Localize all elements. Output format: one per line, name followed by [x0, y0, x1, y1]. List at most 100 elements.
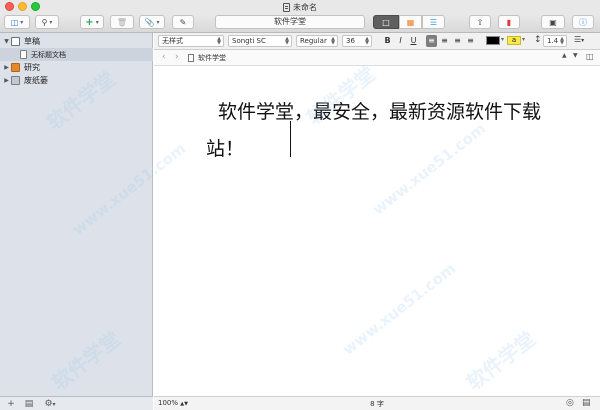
align-justify-icon: ≡	[467, 36, 474, 45]
title-bar: 未命名	[0, 0, 600, 14]
search-button[interactable]: ⚲ ▾	[35, 15, 59, 29]
corkboard-icon: ▦	[406, 17, 415, 27]
search-icon: ⚲	[41, 17, 48, 27]
paragraph-style-select[interactable]: 无样式 ▲ ▼	[158, 35, 224, 47]
trash-button[interactable]: 🗑	[110, 15, 134, 29]
chevron-down-icon: ▾	[95, 18, 99, 26]
document-title-field[interactable]: 软件学堂	[215, 15, 365, 29]
disclosure-collapsed-icon[interactable]: ▶	[2, 77, 11, 84]
window-title: 未命名	[0, 2, 600, 13]
bookmark-icon: ▮	[506, 17, 512, 27]
binder-item-untitled-document[interactable]: 无标题文档	[0, 48, 153, 61]
notes-icon[interactable]: ▤	[582, 398, 591, 408]
target-icon[interactable]: ◎	[566, 398, 574, 408]
back-arrow-icon[interactable]: ‹	[162, 52, 166, 62]
binder-footer: + ▤ ⚙▾	[0, 396, 153, 410]
line-spacing-value: 1.4	[547, 37, 559, 45]
disclosure-collapsed-icon[interactable]: ▶	[2, 64, 11, 71]
bold-button[interactable]: B	[382, 35, 393, 47]
binder-item-label: 草稿	[24, 37, 40, 46]
binder-item-label: 无标题文档	[31, 50, 66, 59]
font-weight-value: Regular	[300, 37, 327, 45]
align-right-button[interactable]: ≡	[452, 35, 463, 47]
outliner-view-button[interactable]: ☰	[422, 15, 445, 29]
inspector-button[interactable]: ⓘ	[572, 15, 594, 29]
select-arrows-icon: ▲▼	[331, 36, 335, 46]
chevron-down-icon: ▾	[501, 36, 505, 43]
forward-arrow-icon[interactable]: ›	[175, 52, 179, 62]
highlight-label: a	[511, 36, 517, 44]
binder-item-label: 废纸篓	[24, 76, 48, 85]
main-toolbar: ◫ ▾ ⚲ ▾ + ▾ 🗑 📎 ▾ ✎ 软件学堂 □ ▦ ☰ ⇧ ▮ ▣ ⓘ	[0, 14, 600, 33]
editor-path-label: 软件学堂	[198, 54, 226, 62]
binder-toggle-button[interactable]: ◫ ▾	[4, 15, 30, 29]
font-weight-select[interactable]: Regular ▲ ▼	[296, 35, 338, 47]
binder-item-draft[interactable]: ▼ 草稿	[0, 35, 153, 48]
corkboard-view-button[interactable]: ▦	[399, 15, 422, 29]
outliner-icon: ☰	[429, 17, 438, 27]
align-center-button[interactable]: ≡	[439, 35, 450, 47]
disclosure-expanded-icon[interactable]: ▼	[2, 38, 11, 45]
format-bar: 无样式 ▲ ▼ Songti SC ▲ ▼ Regular ▲ ▼ 36 ▲ ▼ B I U ≡…	[154, 33, 600, 50]
align-justify-button[interactable]: ≡	[465, 35, 476, 47]
binder-item-research[interactable]: ▶ 研究	[0, 61, 153, 74]
add-icon[interactable]: +	[4, 399, 18, 409]
select-arrows-icon: ▲▼	[560, 36, 564, 46]
line-spacing-icon: ↕	[534, 35, 542, 45]
sidebar-toggle-icon: ◫	[10, 17, 19, 27]
chevron-up-icon[interactable]: ▲	[562, 52, 567, 59]
editor-footer-bar: 100% ▲▼ 8 字 ◎ ▤	[154, 396, 600, 410]
single-document-view-button[interactable]: □	[373, 15, 399, 29]
info-icon: ⓘ	[579, 17, 587, 27]
select-arrows-icon: ▲▼	[285, 36, 289, 46]
underline-button[interactable]: U	[408, 35, 419, 47]
paragraph-style-value: 无样式	[162, 37, 183, 45]
bookmark-button[interactable]: ▮	[498, 15, 520, 29]
font-family-value: Songti SC	[232, 37, 266, 45]
select-arrows-icon: ▲▼	[217, 36, 221, 46]
chevron-down-icon: ▾	[49, 18, 53, 26]
editor-path[interactable]: 软件学堂	[188, 53, 226, 63]
share-button[interactable]: ⇧	[469, 15, 491, 29]
list-button[interactable]: ☰▾	[574, 35, 584, 44]
attach-button[interactable]: 📎 ▾	[139, 15, 165, 29]
quick-reference-button[interactable]: ▣	[541, 15, 565, 29]
split-editor-icon[interactable]: ◫	[586, 52, 594, 61]
font-size-value: 36	[346, 37, 355, 45]
gear-icon[interactable]: ⚙▾	[40, 399, 60, 409]
text-color-swatch[interactable]	[486, 36, 500, 45]
chevron-down-icon: ▾	[581, 37, 585, 44]
font-family-select[interactable]: Songti SC ▲ ▼	[228, 35, 292, 47]
chevron-down-icon: ▾	[20, 18, 24, 26]
align-left-button[interactable]: ≡	[426, 35, 437, 47]
binder-item-trash[interactable]: ▶ 废纸篓	[0, 74, 153, 87]
editor-header-bar: ‹ › 软件学堂 ▲ ▼ ◫	[154, 50, 600, 66]
research-folder-icon	[11, 63, 20, 72]
document-icon	[20, 50, 27, 59]
document-proxy-icon[interactable]	[283, 3, 290, 12]
compose-button[interactable]: ✎	[172, 15, 194, 29]
draft-folder-icon	[11, 37, 20, 46]
binder-item-label: 研究	[24, 63, 40, 72]
quick-reference-icon: ▣	[549, 17, 557, 27]
share-icon: ⇧	[476, 17, 484, 27]
text-cursor	[290, 121, 291, 157]
binder-sidebar: ▼ 草稿 无标题文档 ▶ 研究 ▶ 废纸篓 + ▤ ⚙▾	[0, 33, 153, 410]
new-folder-icon[interactable]: ▤	[22, 399, 36, 409]
select-arrows-icon: ▲▼	[365, 36, 369, 46]
line-spacing-select[interactable]: 1.4 ▲ ▼	[543, 35, 567, 47]
highlight-color-button[interactable]: a	[507, 36, 521, 45]
text-editor[interactable]: 软件学堂，最安全，最新资源软件下载站！	[154, 66, 600, 396]
editor-text-content[interactable]: 软件学堂，最安全，最新资源软件下载站！	[206, 94, 546, 168]
align-center-icon: ≡	[441, 36, 448, 45]
font-size-select[interactable]: 36 ▲ ▼	[342, 35, 372, 47]
add-document-button[interactable]: + ▾	[80, 15, 104, 29]
plus-icon: +	[85, 16, 94, 28]
word-count: 8 字	[370, 400, 384, 408]
document-icon	[188, 54, 194, 62]
align-left-icon: ≡	[428, 36, 435, 45]
trash-folder-icon	[11, 76, 20, 85]
chevron-down-icon[interactable]: ▼	[573, 52, 578, 59]
trash-icon: 🗑	[116, 17, 128, 27]
italic-button[interactable]: I	[395, 35, 406, 47]
